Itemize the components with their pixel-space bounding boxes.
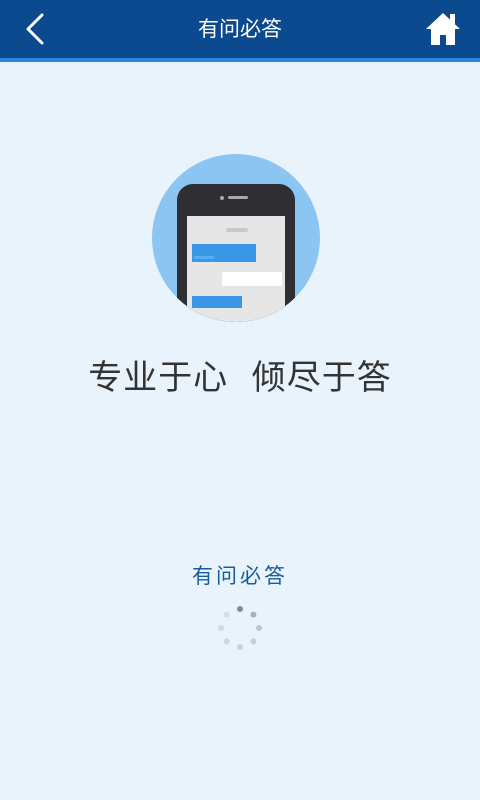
top-bar: 有问必答 bbox=[0, 0, 480, 62]
home-icon bbox=[426, 13, 460, 45]
phone-chat-icon bbox=[152, 154, 320, 322]
home-button[interactable] bbox=[424, 10, 462, 48]
page-title: 有问必答 bbox=[198, 17, 282, 41]
chat-illustration bbox=[150, 152, 322, 324]
app-screen: 有问必答 专业于心 倾尽于答 有问必答 bbox=[0, 0, 480, 800]
brand-name: 有问必答 bbox=[192, 564, 288, 588]
loading-spinner bbox=[216, 604, 264, 652]
loading-spinner-icon bbox=[218, 606, 262, 650]
slogan-text: 专业于心 倾尽于答 bbox=[88, 358, 392, 398]
